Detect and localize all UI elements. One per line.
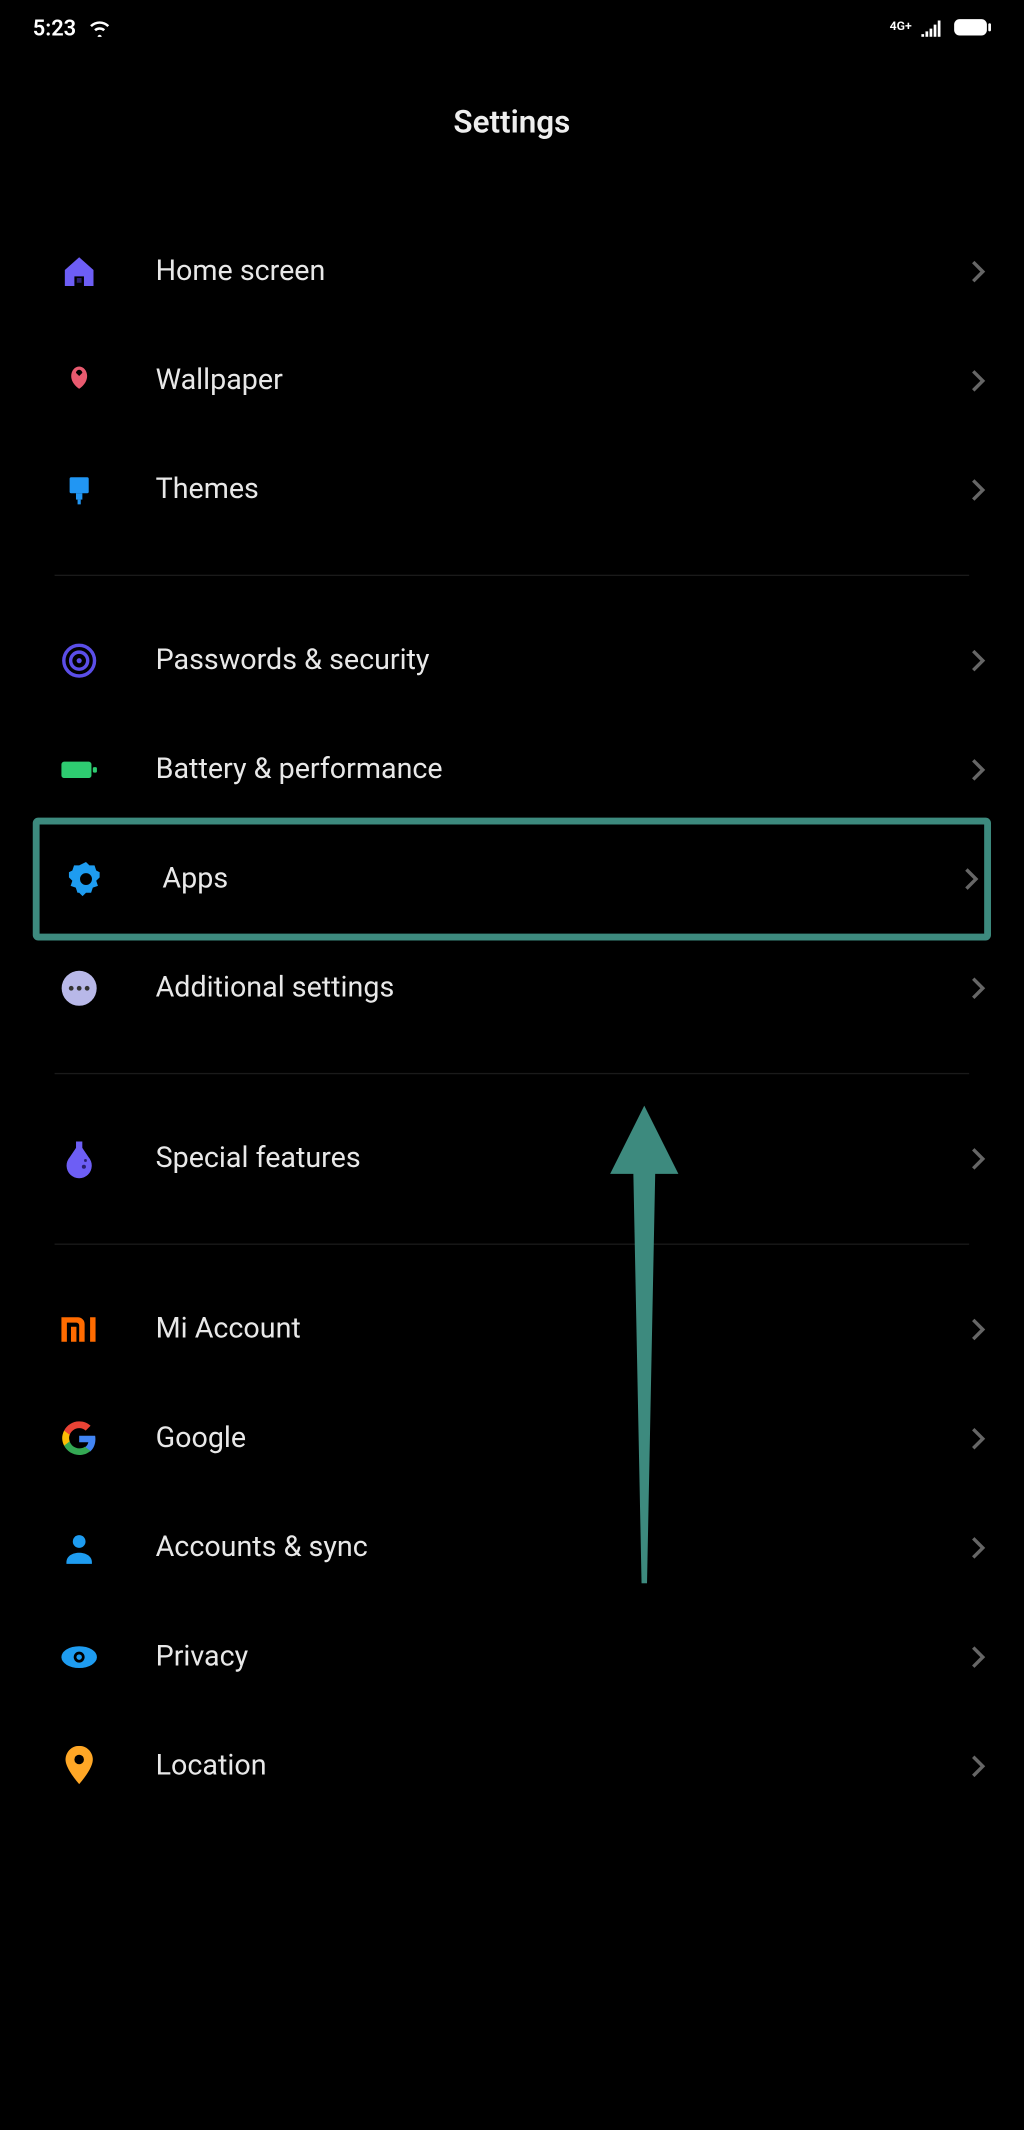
settings-list: Home screen Wallpaper Themes Passwords &…	[0, 217, 1024, 1821]
divider	[55, 1244, 970, 1245]
row-label: Themes	[156, 474, 970, 507]
chevron-right-icon	[969, 258, 985, 285]
page-title: Settings	[0, 55, 1024, 217]
chevron-right-icon	[969, 1753, 985, 1780]
battery-icon	[953, 18, 991, 37]
divider	[55, 575, 970, 576]
row-additional-settings[interactable]: Additional settings	[0, 934, 1024, 1043]
tulip-icon	[55, 356, 104, 405]
fingerprint-icon	[55, 636, 104, 685]
row-label: Google	[156, 1422, 970, 1455]
chevron-right-icon	[969, 1643, 985, 1670]
row-label: Apps	[162, 863, 962, 896]
row-themes[interactable]: Themes	[0, 435, 1024, 544]
row-label: Location	[156, 1750, 970, 1783]
row-label: Wallpaper	[156, 364, 970, 397]
row-home-screen[interactable]: Home screen	[0, 217, 1024, 326]
row-label: Privacy	[156, 1641, 970, 1674]
chevron-right-icon	[969, 1145, 985, 1172]
row-label: Special features	[156, 1143, 970, 1176]
row-label: Home screen	[156, 255, 970, 288]
home-icon	[55, 247, 104, 296]
paintbrush-icon	[55, 465, 104, 514]
location-pin-icon	[55, 1742, 104, 1791]
google-logo-icon	[55, 1414, 104, 1463]
row-apps[interactable]: Apps	[33, 818, 991, 941]
signal-icon	[920, 18, 945, 37]
row-accounts-sync[interactable]: Accounts & sync	[0, 1493, 1024, 1602]
chevron-right-icon	[969, 1425, 985, 1452]
chevron-right-icon	[969, 647, 985, 674]
row-label: Battery & performance	[156, 753, 970, 786]
row-battery-performance[interactable]: Battery & performance	[0, 715, 1024, 824]
eye-icon	[55, 1633, 104, 1682]
row-privacy[interactable]: Privacy	[0, 1603, 1024, 1712]
chevron-right-icon	[969, 476, 985, 503]
gear-icon	[61, 854, 110, 903]
battery-icon	[55, 745, 104, 794]
row-special-features[interactable]: Special features	[0, 1104, 1024, 1213]
row-label: Mi Account	[156, 1313, 970, 1346]
mi-logo-icon	[55, 1305, 104, 1354]
network-label: 4G+	[890, 21, 912, 33]
flask-icon	[55, 1134, 104, 1183]
status-left: 5:23	[33, 14, 112, 40]
status-bar: 5:23 4G+	[0, 0, 1024, 55]
status-time: 5:23	[33, 14, 76, 40]
chevron-right-icon	[962, 865, 978, 892]
chevron-right-icon	[969, 975, 985, 1002]
row-wallpaper[interactable]: Wallpaper	[0, 326, 1024, 435]
row-passwords-security[interactable]: Passwords & security	[0, 606, 1024, 715]
wifi-icon	[87, 18, 112, 37]
chevron-right-icon	[969, 1316, 985, 1343]
more-icon	[55, 964, 104, 1013]
row-label: Passwords & security	[156, 644, 970, 677]
row-mi-account[interactable]: Mi Account	[0, 1275, 1024, 1384]
row-location[interactable]: Location	[0, 1712, 1024, 1821]
chevron-right-icon	[969, 1534, 985, 1561]
person-icon	[55, 1523, 104, 1572]
row-label: Additional settings	[156, 972, 970, 1005]
row-label: Accounts & sync	[156, 1532, 970, 1565]
status-right: 4G+	[890, 18, 991, 37]
row-google[interactable]: Google	[0, 1384, 1024, 1493]
divider	[55, 1073, 970, 1074]
chevron-right-icon	[969, 756, 985, 783]
chevron-right-icon	[969, 367, 985, 394]
